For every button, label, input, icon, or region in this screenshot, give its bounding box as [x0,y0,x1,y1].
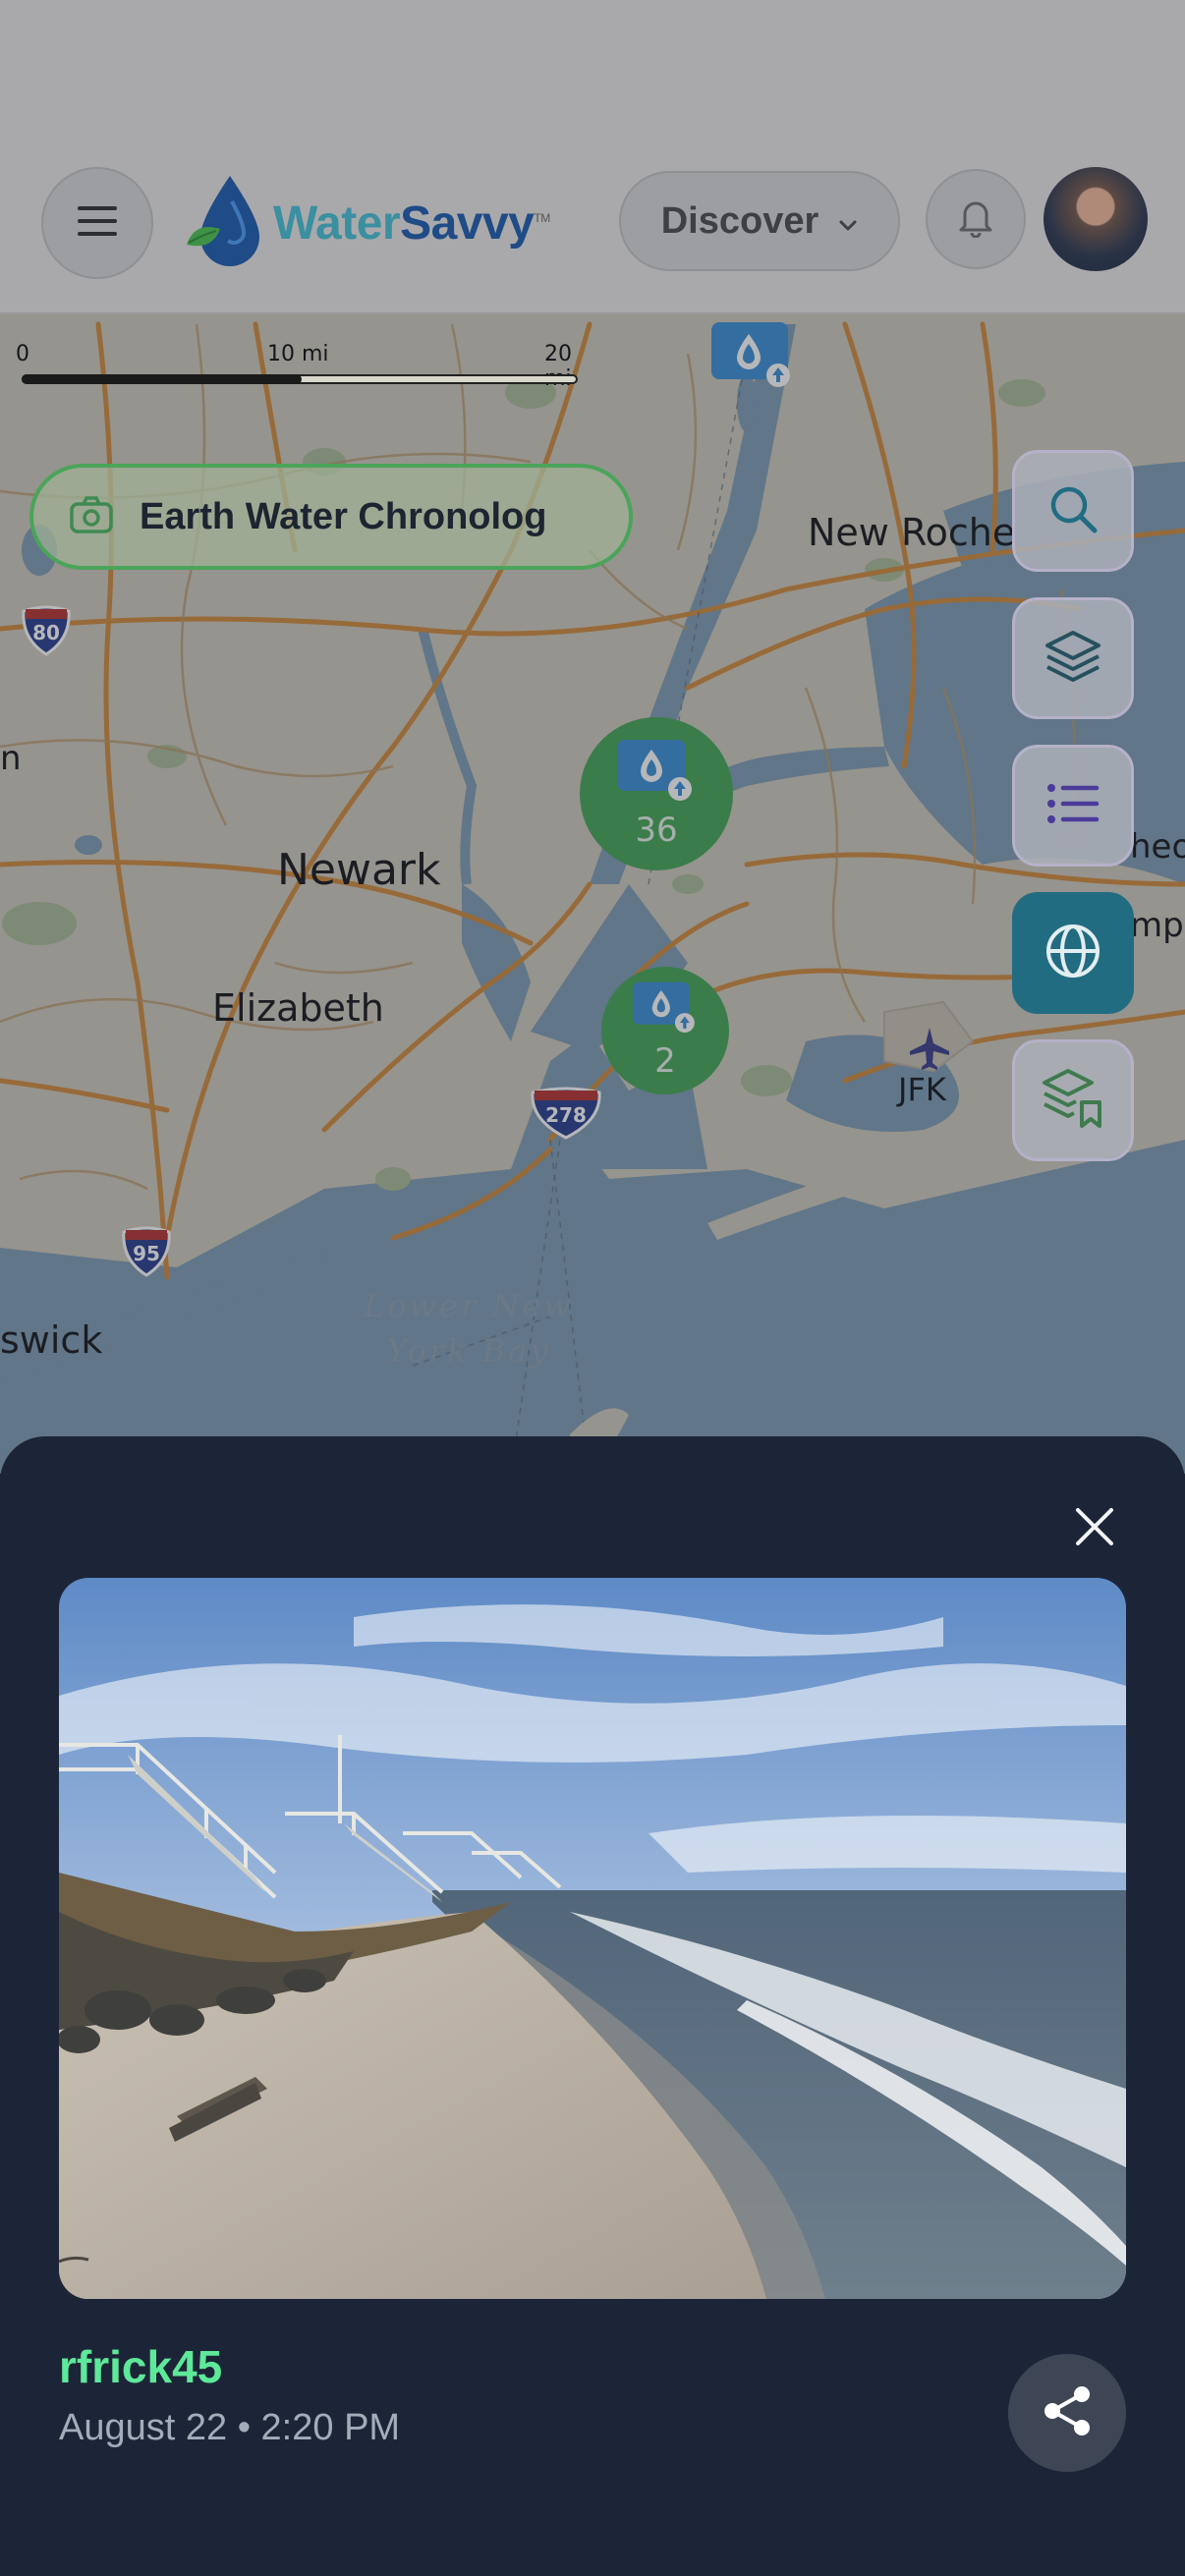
share-button[interactable] [1008,2354,1126,2472]
app-name: WaterSavvyTM [273,196,550,251]
layers-icon [1044,629,1102,689]
close-button[interactable] [1063,1497,1126,1560]
chevron-down-icon [838,200,858,243]
saved-layers-button[interactable] [1012,1039,1134,1161]
list-icon [1045,780,1100,832]
water-report-cluster-icon [617,740,692,801]
saved-layers-icon [1041,1067,1105,1135]
map-search-button[interactable] [1012,450,1134,572]
map-scale-bar: 0 10 mi 20 mi [16,342,582,391]
scale-label-10: 10 mi [267,342,329,366]
map-cluster[interactable]: 36 [580,717,733,870]
bell-icon [957,196,994,243]
chronolog-label: Earth Water Chronolog [140,495,547,537]
water-report-marker[interactable] [709,320,792,394]
bay-label-line1: Lower New [364,1287,574,1324]
trademark-mark: TM [534,210,550,225]
water-drop-leaf-icon [181,172,265,275]
place-label-n: n [0,739,22,778]
place-label-new-rochelle: New Roche [808,511,1016,554]
map-globe-button[interactable] [1012,892,1134,1014]
share-icon [1039,2382,1096,2444]
scale-bar-fill [22,374,302,384]
app-name-savvy: Savvy [400,196,535,250]
water-label-lower-new-york-bay: Lower New York Bay [364,1283,574,1373]
interstate-95-shield: 95 [120,1224,173,1282]
discover-label: Discover [660,199,819,242]
interstate-278-label: 278 [545,1103,587,1127]
place-label-brunswick: swick [0,1318,103,1362]
post-timestamp: August 22 • 2:20 PM [59,2407,401,2448]
photo-detail-sheet: rfrick45 August 22 • 2:20 PM [0,1436,1185,2576]
app-header: WaterSavvyTM Discover [0,0,1185,314]
camera-icon [69,495,114,539]
map-cluster[interactable]: 2 [601,967,729,1094]
watersavvy-logo[interactable]: WaterSavvyTM [181,169,550,277]
place-label-mps: mps [1130,906,1185,945]
map-layers-button[interactable] [1012,597,1134,719]
beach-photo-image [59,1578,1126,2299]
notifications-button[interactable] [926,169,1026,269]
place-label-jfk: JFK [898,1071,946,1108]
scale-label-0: 0 [16,342,29,366]
interstate-95-label: 95 [133,1242,160,1265]
place-label-elizabeth: Elizabeth [212,986,384,1030]
place-label-newark: Newark [277,845,441,895]
beach-photo[interactable] [59,1578,1126,2299]
app-name-water: Water [273,196,401,250]
interstate-80-label: 80 [32,621,60,644]
menu-button[interactable] [41,167,153,279]
cluster-count: 36 [635,811,678,850]
search-icon [1045,481,1100,541]
post-username[interactable]: rfrick45 [59,2340,222,2393]
discover-dropdown[interactable]: Discover [619,171,900,271]
place-label-heol: heol [1130,827,1185,867]
globe-icon [1044,922,1102,985]
interstate-278-shield: 278 [529,1085,603,1145]
map-list-button[interactable] [1012,745,1134,867]
cluster-count: 2 [654,1041,676,1081]
water-report-cluster-icon [632,981,695,1034]
hamburger-menu-icon [76,203,119,244]
earth-water-chronolog-button[interactable]: Earth Water Chronolog [29,464,633,570]
interstate-80-shield: 80 [20,603,73,661]
bay-label-line2: York Bay [386,1332,551,1370]
avatar[interactable] [1044,167,1148,271]
close-icon [1074,1506,1115,1552]
